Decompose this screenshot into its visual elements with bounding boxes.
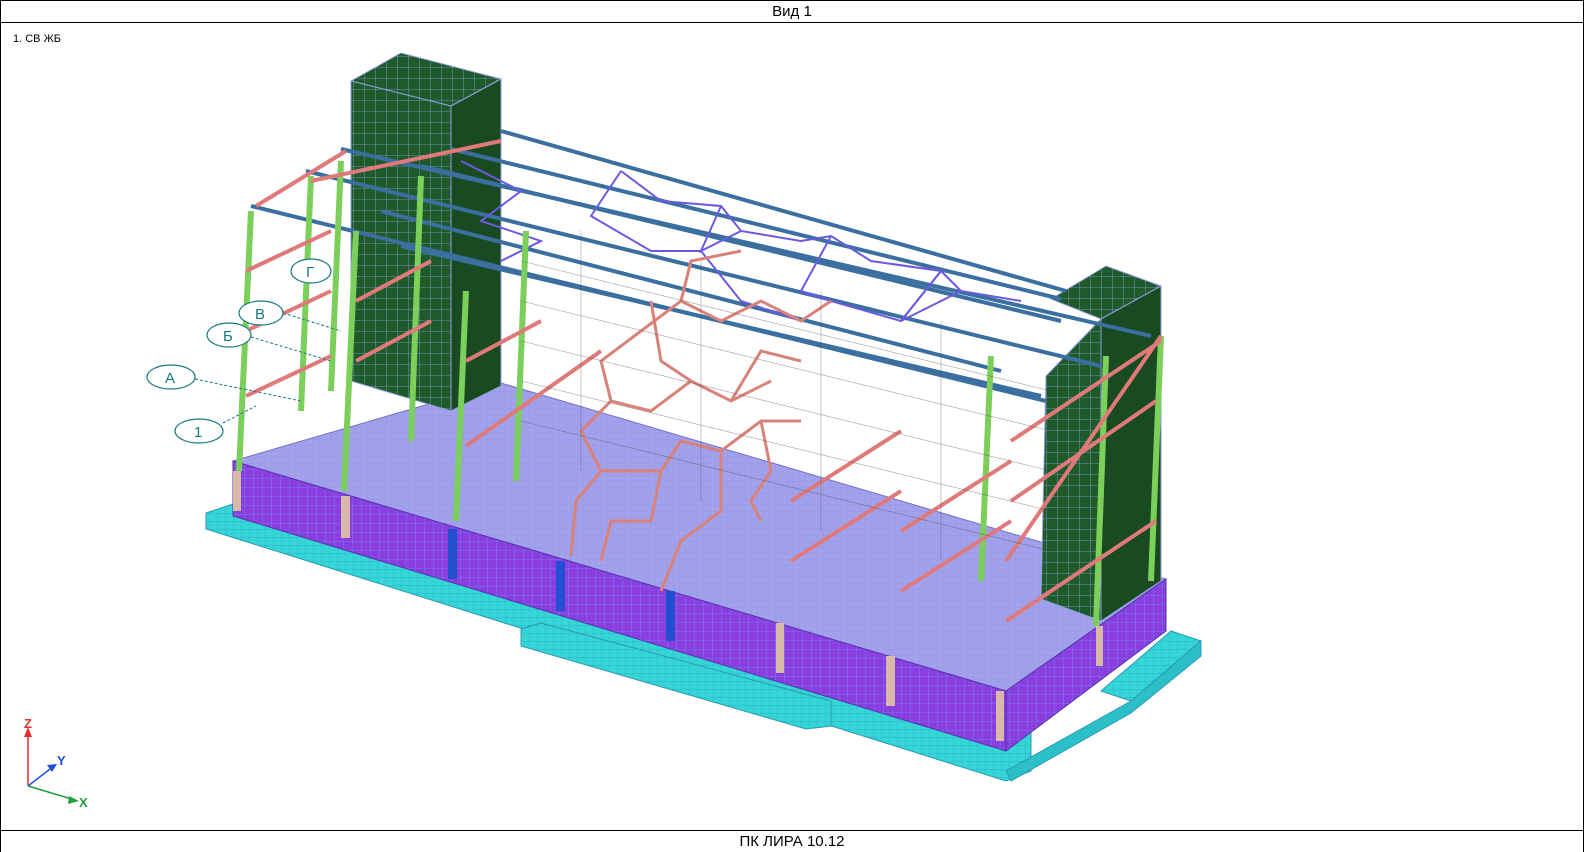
svg-text:Г: Г xyxy=(306,264,314,281)
svg-text:В: В xyxy=(255,306,265,323)
grid-axis-b: Б xyxy=(206,322,332,362)
view-title: Вид 1 xyxy=(772,3,812,20)
model-view-window: Вид 1 1. СВ ЖБ Г В Б А 1 Z Y X ПК ЛИРА 1… xyxy=(0,0,1584,852)
model-viewport[interactable]: 1. СВ ЖБ Г В Б А 1 Z Y X xyxy=(1,23,1583,828)
x-axis-arrow-icon xyxy=(68,796,79,804)
y-axis-label: Y xyxy=(57,753,66,768)
axes-gizmo: Z Y X xyxy=(24,716,88,810)
svg-text:А: А xyxy=(165,370,175,387)
svg-text:Б: Б xyxy=(223,328,233,345)
grid-axis-g: Г xyxy=(290,258,332,284)
status-bar: ПК ЛИРА 10.12 xyxy=(1,830,1583,852)
structural-model-svg[interactable]: Г В Б А 1 Z Y X xyxy=(1,23,1583,828)
left-stair-core xyxy=(349,52,503,412)
svg-text:1: 1 xyxy=(194,424,202,441)
x-axis-label: X xyxy=(79,795,88,810)
view-title-bar: Вид 1 xyxy=(1,1,1583,23)
status-text: ПК ЛИРА 10.12 xyxy=(739,833,845,850)
x-axis-line xyxy=(27,785,76,801)
z-axis-label: Z xyxy=(24,716,32,731)
